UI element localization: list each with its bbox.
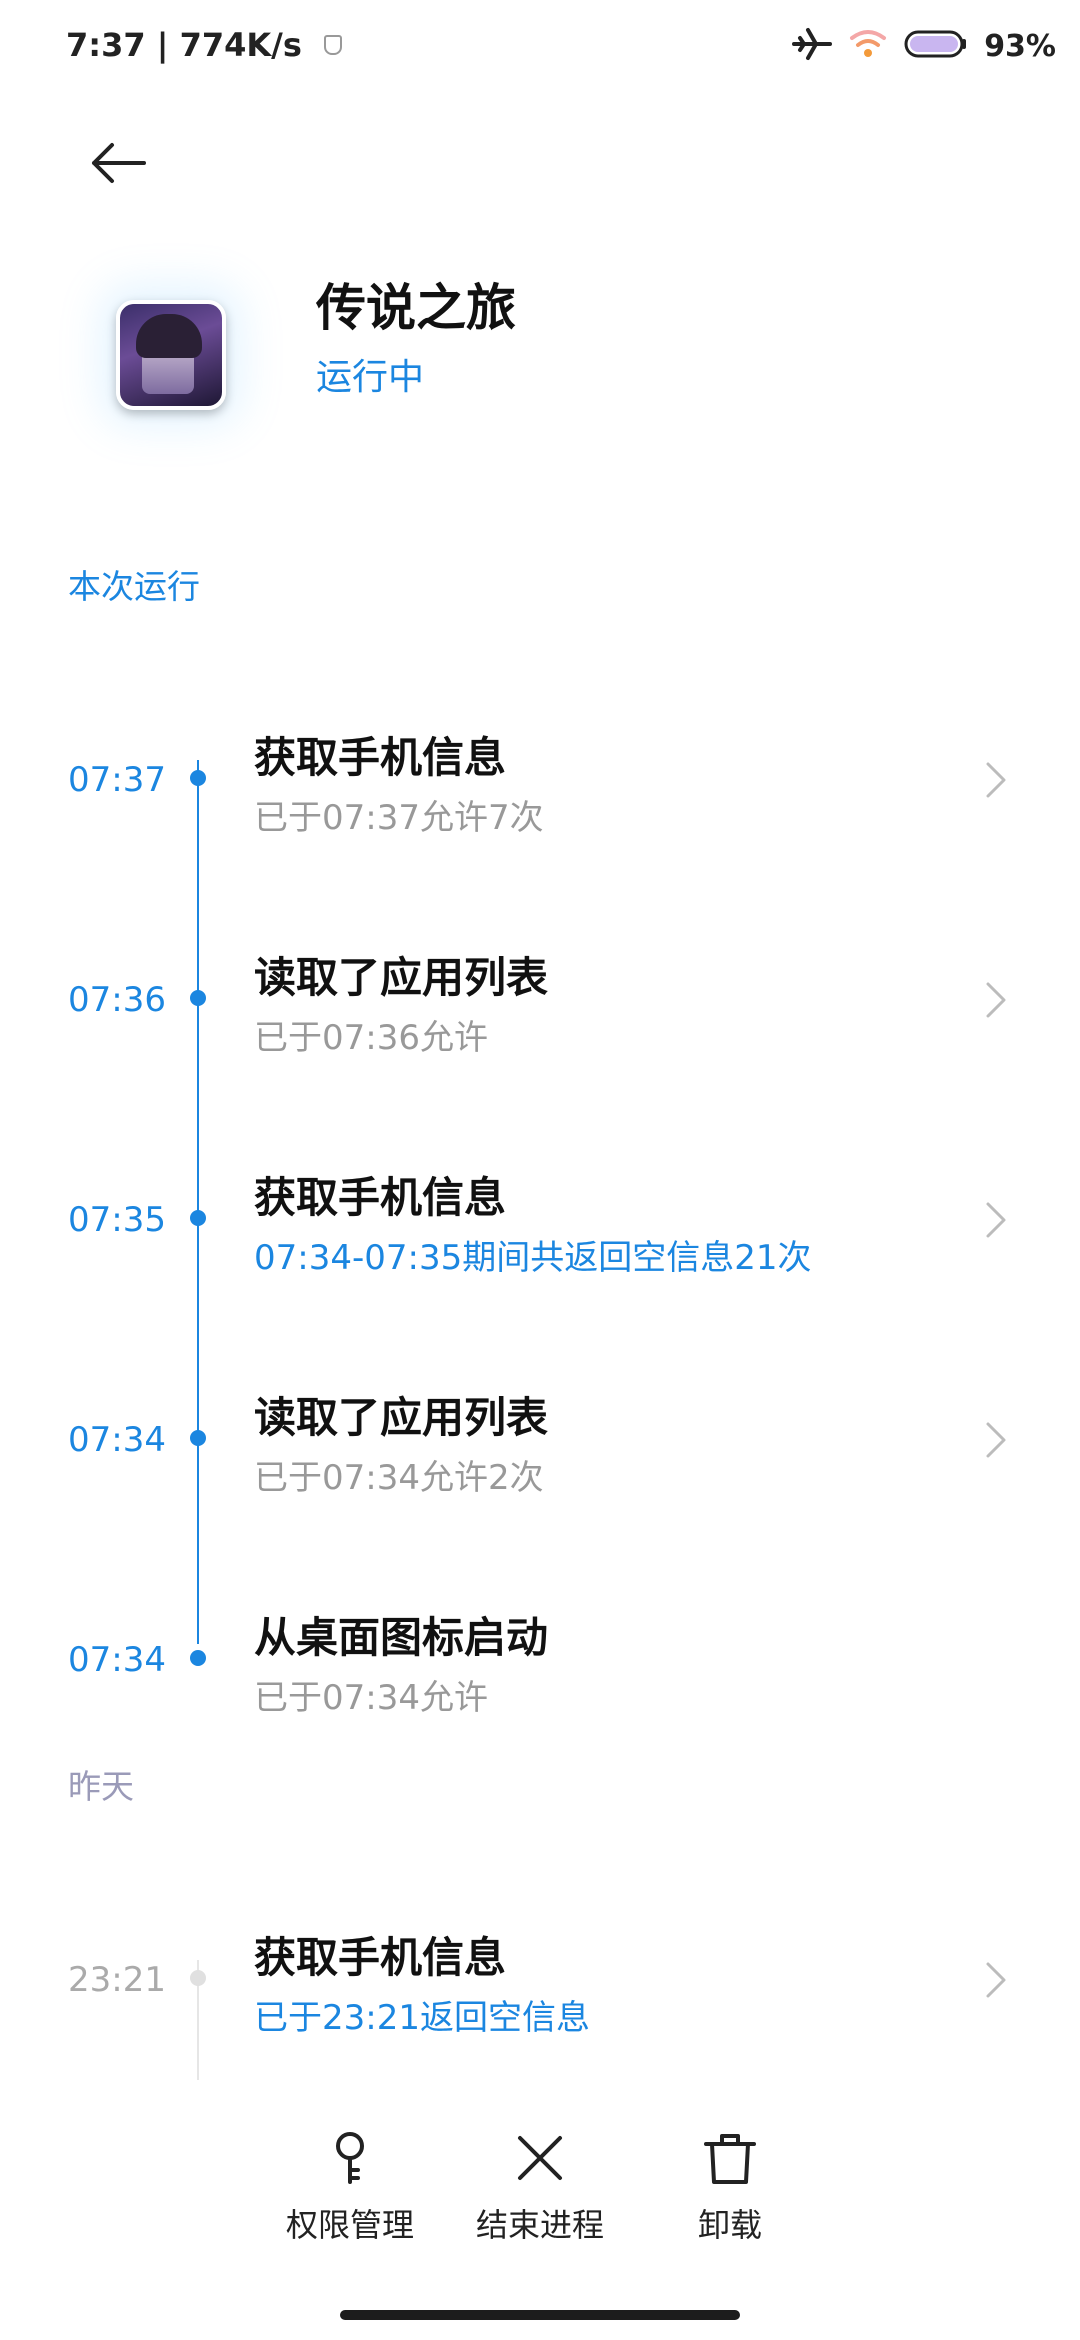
timeline-entry[interactable]: 07:34 读取了应用列表 已于07:34允许2次 [0,1360,1080,1540]
timeline-entry: 07:34 从桌面图标启动 已于07:34允许 [0,1580,1080,1760]
battery-icon [904,28,968,64]
section-yesterday: 昨天 [68,1767,134,1806]
app-running-status: 运行中 [316,357,425,398]
entry-title: 获取手机信息 [254,1933,507,1982]
entry-time: 07:37 [68,760,166,800]
entry-title: 从桌面图标启动 [254,1613,549,1662]
close-icon [512,2130,568,2190]
timeline-dot [190,1430,206,1446]
status-time-speed: 7:37 | 774K/s [66,26,302,64]
back-arrow-icon [92,143,146,183]
entry-time: 07:35 [68,1200,166,1240]
wifi-icon [848,26,888,66]
end-process-label: 结束进程 [475,2206,604,2244]
entry-subtitle: 已于07:36允许 [254,1018,488,1058]
entry-subtitle: 已于07:34允许 [254,1678,488,1718]
key-icon [328,2130,372,2190]
timeline-entry[interactable]: 07:36 读取了应用列表 已于07:36允许 [0,920,1080,1100]
timeline-entry[interactable]: 07:35 获取手机信息 07:34-07:35期间共返回空信息21次 [0,1140,1080,1320]
section-current-run: 本次运行 [68,567,200,606]
app-icon [116,300,226,410]
chevron-right-icon [978,978,1014,1022]
status-right: 93% [792,26,1056,66]
timeline-dot [190,770,206,786]
airplane-icon [792,26,833,66]
entry-title: 读取了应用列表 [254,1393,549,1442]
entry-time: 07:36 [68,980,166,1020]
timeline-dot [190,1650,206,1666]
uninstall-button[interactable]: 卸载 [635,2130,825,2246]
uninstall-label: 卸载 [697,2206,762,2244]
timeline-entry[interactable]: 07:37 获取手机信息 已于07:37允许7次 [0,700,1080,880]
battery-percent: 93% [984,28,1056,64]
entry-subtitle: 07:34-07:35期间共返回空信息21次 [254,1238,812,1278]
entry-time: 07:34 [68,1420,166,1460]
chevron-right-icon [978,1198,1014,1242]
end-process-button[interactable]: 结束进程 [445,2130,635,2246]
permissions-label: 权限管理 [285,2206,414,2244]
entry-subtitle: 已于23:21返回空信息 [254,1998,590,2038]
shield-icon [323,35,342,55]
app-icon-hair [136,314,202,358]
entry-time: 23:21 [68,1960,166,2000]
chevron-right-icon [978,1958,1014,2002]
permissions-button[interactable]: 权限管理 [255,2130,445,2246]
timeline-entry[interactable]: 23:21 获取手机信息 已于23:21返回空信息 [0,1900,1080,2080]
entry-title: 获取手机信息 [254,733,507,782]
status-bar: 7:37 | 774K/s 93% [0,0,1080,96]
chevron-right-icon [978,758,1014,802]
app-name: 传说之旅 [316,279,516,337]
app-icon-image [116,300,226,410]
entry-time: 07:34 [68,1640,166,1680]
back-button[interactable] [78,128,158,198]
bottom-action-bar: 权限管理 结束进程 卸载 [0,2110,1080,2270]
chevron-right-icon [978,1418,1014,1462]
entry-title: 获取手机信息 [254,1173,507,1222]
entry-title: 读取了应用列表 [254,953,549,1002]
entry-subtitle: 已于07:34允许2次 [254,1458,544,1498]
entry-subtitle: 已于07:37允许7次 [254,798,544,838]
timeline-dot [190,1970,206,1986]
timeline-dot [190,1210,206,1226]
home-indicator[interactable] [340,2310,740,2320]
timeline-dot [190,990,206,1006]
status-left: 7:37 | 774K/s [66,26,342,64]
trash-icon [702,2130,758,2190]
